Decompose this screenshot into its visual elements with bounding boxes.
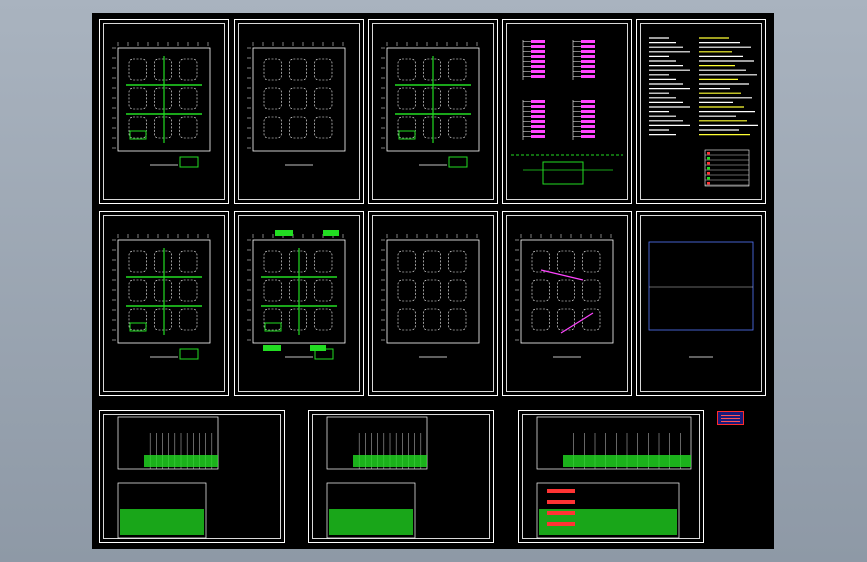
floorplan-drawing (247, 230, 346, 360)
drawing-sheet-plan-3[interactable] (368, 19, 498, 204)
outline-drawing (648, 241, 754, 358)
drawing-sheet-plan-7[interactable] (234, 211, 364, 396)
drawing-sheet-plan-2[interactable] (234, 19, 364, 204)
drawing-sheet-plan-9[interactable] (502, 211, 632, 396)
drawing-sheet-table-2[interactable] (308, 410, 494, 543)
drawing-sheet-outline[interactable] (636, 211, 766, 396)
floorplan-drawing (381, 42, 480, 168)
drawing-sheet-notes[interactable] (636, 19, 766, 204)
legend-block[interactable] (717, 411, 744, 425)
floorplan-drawing (247, 42, 346, 166)
floorplan-drawing (112, 42, 211, 168)
system-diagram-drawing (511, 40, 623, 185)
floorplan-drawing (381, 234, 480, 358)
table-drawing (536, 416, 692, 539)
drawing-sheet-plan-1[interactable] (99, 19, 229, 204)
drawing-sheet-table-3[interactable] (518, 410, 704, 543)
drawing-sheet-table-1[interactable] (99, 410, 285, 543)
floorplan-drawing (515, 234, 614, 358)
notes-drawing (649, 37, 758, 187)
table-drawing (117, 416, 219, 539)
drawing-sheet-plan-8[interactable] (368, 211, 498, 396)
drawing-canvas[interactable] (92, 13, 774, 549)
table-drawing (326, 416, 428, 539)
drawing-sheet-system-diagram[interactable] (502, 19, 632, 204)
floorplan-drawing (112, 234, 211, 360)
drawing-sheet-plan-6[interactable] (99, 211, 229, 396)
